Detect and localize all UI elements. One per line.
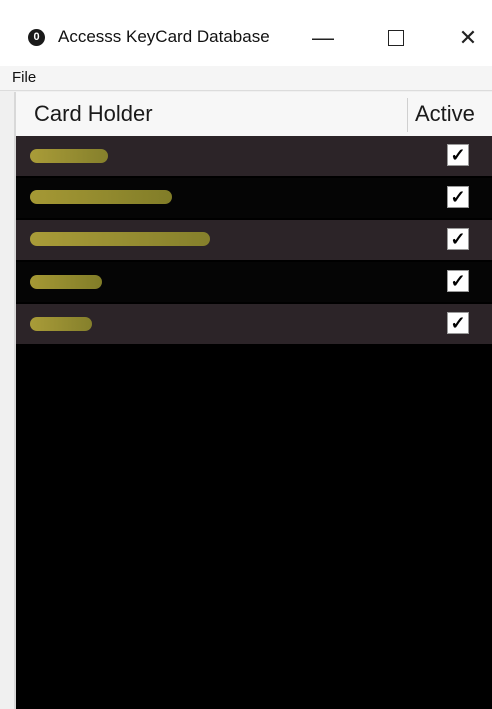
menu-bar: File: [0, 66, 492, 91]
menu-file[interactable]: File: [12, 69, 36, 86]
table-row[interactable]: ✓: [16, 178, 492, 218]
active-checkbox[interactable]: ✓: [447, 312, 469, 334]
close-button[interactable]: ✕: [445, 18, 491, 58]
minimize-button[interactable]: —: [300, 18, 346, 58]
app-window: 0 Accesss KeyCard Database — ✕ File Card…: [0, 0, 492, 709]
app-icon: 0: [28, 29, 45, 46]
active-checkbox[interactable]: ✓: [447, 228, 469, 250]
cardholder-grid[interactable]: Card Holder Active ✓ ✓ ✓ ✓ ✓: [14, 92, 492, 709]
column-divider[interactable]: [407, 98, 408, 132]
redacted-name: [30, 275, 102, 289]
table-row[interactable]: ✓: [16, 262, 492, 302]
table-row[interactable]: ✓: [16, 220, 492, 260]
table-row[interactable]: ✓: [16, 304, 492, 344]
active-checkbox[interactable]: ✓: [447, 186, 469, 208]
maximize-icon: [388, 29, 404, 46]
grid-header: Card Holder Active: [16, 92, 492, 137]
column-header-active[interactable]: Active: [415, 101, 475, 127]
redacted-name: [30, 149, 108, 163]
title-bar[interactable]: 0 Accesss KeyCard Database — ✕: [0, 0, 492, 66]
redacted-name: [30, 317, 92, 331]
active-checkbox[interactable]: ✓: [447, 270, 469, 292]
redacted-name: [30, 190, 172, 204]
column-header-card-holder[interactable]: Card Holder: [34, 101, 153, 127]
maximize-button[interactable]: [373, 18, 419, 58]
window-title: Accesss KeyCard Database: [58, 27, 270, 46]
active-checkbox[interactable]: ✓: [447, 144, 469, 166]
table-row[interactable]: ✓: [16, 136, 492, 176]
redacted-name: [30, 232, 210, 246]
